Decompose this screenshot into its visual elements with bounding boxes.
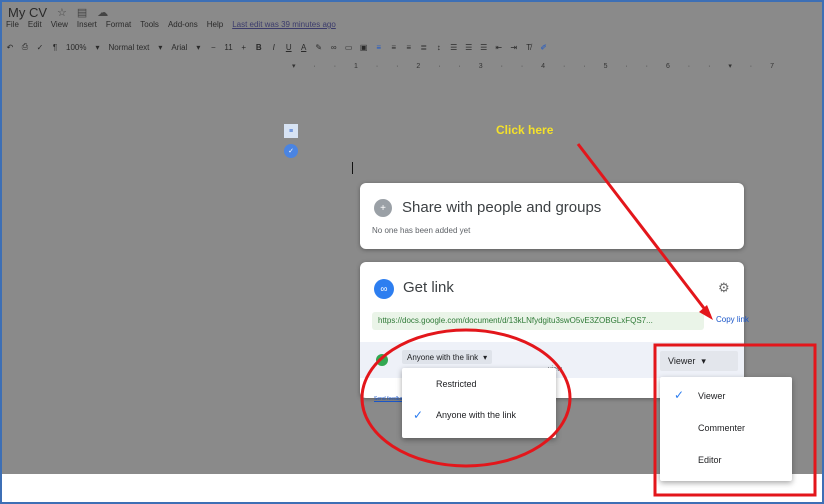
left-margin-icons: ≡ ✓ [282,124,300,158]
role-menu: ✓ Viewer Commenter Editor [660,377,792,481]
explore-icon[interactable]: ✓ [284,144,298,158]
link-icon: ∞ [374,279,394,299]
align-center-icon[interactable]: ≡ [390,43,398,52]
document-title[interactable]: My CV [8,5,47,20]
toolbar: ↶ ⎙ ✓ ¶ 100% ▾ Normal text ▾ Arial ▾ − 1… [2,36,822,58]
chevron-down-icon: ▾ [158,42,163,52]
share-title: Share with people and groups [402,199,602,216]
insert-image-icon[interactable]: ▣ [360,43,368,52]
title-row: My CV ☆ ▤ ☁ [8,4,108,20]
chevron-down-icon: ▾ [483,352,488,362]
menu-tools[interactable]: Tools [140,20,159,29]
increase-indent-icon[interactable]: ⇥ [510,43,518,52]
role-option-editor[interactable]: Editor [698,455,722,465]
link-access-value: Anyone with the link [407,352,479,362]
menu-insert[interactable]: Insert [77,20,97,29]
align-justify-icon[interactable]: ≣ [420,43,428,52]
menu-edit[interactable]: Edit [28,20,42,29]
globe-icon [376,354,388,366]
get-link-title: Get link [403,279,454,296]
text-color-icon[interactable]: A [300,43,308,52]
undo-icon[interactable]: ↶ [6,43,14,52]
numbered-list-icon[interactable]: ☰ [480,43,488,52]
menu-file[interactable]: File [6,20,19,29]
menu-view[interactable]: View [51,20,68,29]
gear-icon[interactable]: ⚙ [718,280,730,296]
print-icon[interactable]: ⎙ [21,42,29,52]
spellcheck-icon[interactable]: ✓ [36,43,44,52]
link-url-text: https://docs.google.com/document/d/13kLN… [378,316,653,325]
chevron-down-icon: ▾ [95,42,100,52]
font-select[interactable]: Arial [171,43,187,52]
highlight-icon[interactable]: ✎ [315,43,323,52]
outline-icon[interactable]: ≡ [284,124,298,138]
copy-link-button[interactable]: Copy link [716,315,749,324]
italic-icon[interactable]: I [270,43,278,52]
access-option-restricted[interactable]: Restricted [436,379,477,389]
role-dropdown[interactable]: Viewer ▾ [660,351,738,371]
align-right-icon[interactable]: ≡ [405,43,413,52]
checklist-icon[interactable]: ☰ [450,43,458,52]
share-subtitle: No one has been added yet [372,226,471,235]
bulleted-list-icon[interactable]: ☰ [465,43,473,52]
font-size-input[interactable]: 11 [224,43,232,52]
chevron-down-icon: ▾ [701,355,706,366]
chevron-down-icon: ▾ [196,42,201,52]
checkmark-icon: ✓ [674,388,685,402]
decrease-indent-icon[interactable]: ⇤ [495,43,503,52]
role-option-commenter[interactable]: Commenter [698,423,745,433]
underline-icon[interactable]: U [285,43,293,52]
link-access-dropdown[interactable]: Anyone with the link ▾ [402,350,493,364]
link-url-field[interactable]: https://docs.google.com/document/d/13kLN… [372,312,704,330]
role-option-viewer[interactable]: Viewer [698,391,725,401]
bold-icon[interactable]: B [255,43,263,52]
add-person-icon: + [374,199,392,217]
cloud-status-icon[interactable]: ☁ [97,6,108,19]
text-cursor [352,162,353,174]
style-select[interactable]: Normal text [108,43,149,52]
decrease-font-size-icon[interactable]: − [209,43,217,52]
menu-help[interactable]: Help [207,20,223,29]
menu-addons[interactable]: Add-ons [168,20,198,29]
align-left-icon[interactable]: ≡ [375,43,383,52]
insert-comment-icon[interactable]: ▭ [345,43,353,52]
menu-format[interactable]: Format [106,20,131,29]
share-with-people-card[interactable]: + Share with people and groups No one ha… [360,183,744,249]
insert-link-icon[interactable]: ∞ [330,43,338,52]
star-icon[interactable]: ☆ [57,6,67,19]
zoom-select[interactable]: 100% [66,43,86,52]
link-access-menu: Restricted ✓ Anyone with the link [402,368,556,438]
editing-mode-icon[interactable]: ✐ [540,43,548,52]
increase-font-size-icon[interactable]: + [240,43,248,52]
screenshot-frame: My CV ☆ ▤ ☁ File Edit View Insert Format… [0,0,824,504]
role-value: Viewer [668,356,696,366]
click-here-annotation: Click here [496,123,554,137]
access-option-anyone[interactable]: Anyone with the link [436,410,516,420]
move-to-folder-icon[interactable]: ▤ [77,6,87,19]
ruler: ▾ · · 1 · · 2 · · 3 · · 4 · · 5 · · 6 · … [292,63,782,70]
clear-formatting-icon[interactable]: T̸ [525,43,533,52]
menu-bar: File Edit View Insert Format Tools Add-o… [6,20,336,29]
line-spacing-icon[interactable]: ↕ [435,43,443,52]
last-edit-link[interactable]: Last edit was 39 minutes ago [232,20,336,29]
paint-format-icon[interactable]: ¶ [51,43,59,52]
checkmark-icon: ✓ [413,408,424,422]
